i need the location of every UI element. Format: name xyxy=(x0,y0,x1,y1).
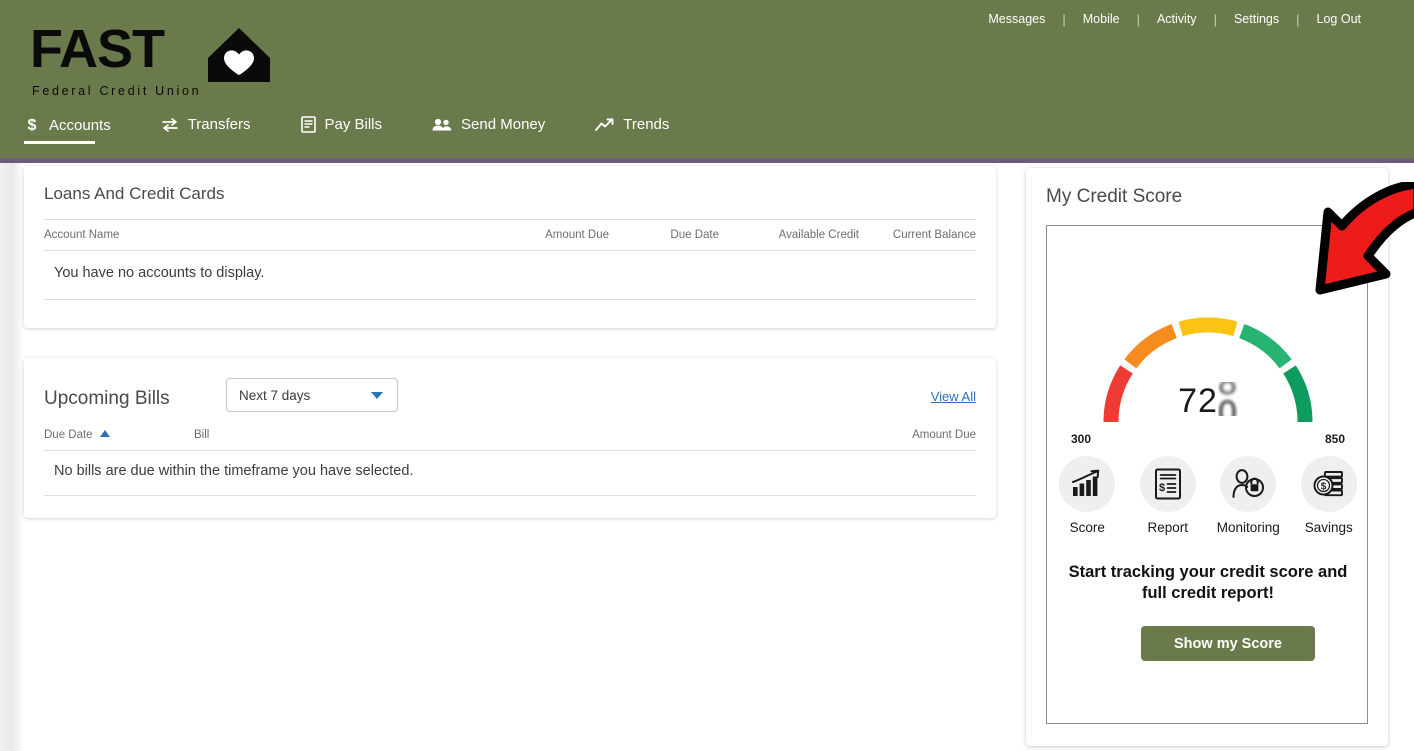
site-header: Messages | Mobile | Activity | Settings … xyxy=(0,0,1414,158)
nav-label-trends: Trends xyxy=(623,116,669,133)
show-my-score-button[interactable]: Show my Score xyxy=(1141,626,1315,661)
credit-services-row: Score $ Report xyxy=(1047,456,1369,535)
nav-label-transfers: Transfers xyxy=(188,116,251,133)
house-heart-icon xyxy=(208,28,270,87)
bills-col-bill[interactable]: Bill xyxy=(194,420,754,450)
utility-nav: Messages | Mobile | Activity | Settings … xyxy=(971,10,1378,29)
nav-item-trends[interactable]: Trends xyxy=(595,116,669,143)
loans-empty-message: You have no accounts to display. xyxy=(54,265,264,281)
loans-col-current-balance[interactable]: Current Balance xyxy=(859,220,976,250)
util-link-activity[interactable]: Activity xyxy=(1140,10,1214,29)
loans-and-credit-cards-card: Loans And Credit Cards Account Name Amou… xyxy=(24,166,996,328)
gauge-min-label: 300 xyxy=(1071,432,1091,446)
service-label-savings: Savings xyxy=(1292,520,1366,535)
my-credit-score-card: My Credit Score 7280 300 8 xyxy=(1026,168,1388,746)
bills-table-header: Due Date Bill Amount Due xyxy=(44,420,976,451)
svg-text:$: $ xyxy=(28,117,37,134)
coin-stack-icon: $ xyxy=(1301,456,1357,512)
credit-score-rolling-digit: 80 xyxy=(1218,382,1238,416)
service-report[interactable]: $ Report xyxy=(1131,456,1205,535)
service-label-score: Score xyxy=(1050,520,1124,535)
timeframe-select-value: Next 7 days xyxy=(227,388,371,403)
left-edge-gutter xyxy=(0,162,22,751)
loans-col-amount-due[interactable]: Amount Due xyxy=(484,220,609,250)
nav-item-accounts[interactable]: $ Accounts xyxy=(24,116,111,144)
timeframe-select[interactable]: Next 7 days xyxy=(226,378,398,412)
nav-label-accounts: Accounts xyxy=(49,117,111,134)
service-savings[interactable]: $ Savings xyxy=(1292,456,1366,535)
nav-label-send-money: Send Money xyxy=(461,116,545,133)
loans-table-header: Account Name Amount Due Due Date Availab… xyxy=(44,219,976,251)
people-icon xyxy=(432,117,452,132)
loans-bottom-rule xyxy=(44,299,976,300)
credit-score-digits: 72 xyxy=(1178,382,1218,420)
svg-text:$: $ xyxy=(1159,482,1165,494)
page-root: Messages | Mobile | Activity | Settings … xyxy=(0,0,1414,751)
service-label-monitoring: Monitoring xyxy=(1211,520,1285,535)
credit-score-title: My Credit Score xyxy=(1046,186,1182,208)
bills-empty-message: No bills are due within the timeframe yo… xyxy=(54,463,413,479)
header-accent-stripe xyxy=(0,158,1414,163)
credit-score-gauge: 7280 300 850 xyxy=(1047,250,1369,450)
util-link-settings[interactable]: Settings xyxy=(1217,10,1296,29)
util-link-log-out[interactable]: Log Out xyxy=(1300,10,1378,29)
person-lock-icon xyxy=(1220,456,1276,512)
credit-score-widget: 7280 300 850 xyxy=(1046,225,1368,724)
nav-item-pay-bills[interactable]: Pay Bills xyxy=(301,116,383,143)
loans-col-account-name[interactable]: Account Name xyxy=(44,220,484,250)
bills-card-title: Upcoming Bills xyxy=(44,388,170,410)
nav-item-transfers[interactable]: Transfers xyxy=(161,116,251,143)
loans-card-title: Loans And Credit Cards xyxy=(44,184,225,204)
brand-logo[interactable]: FAST Federal Credit Union xyxy=(30,22,290,100)
bills-col-amount-due[interactable]: Amount Due xyxy=(754,420,976,450)
sort-ascending-icon xyxy=(100,430,110,437)
main-nav: $ Accounts Transfers xyxy=(24,116,719,144)
service-monitoring[interactable]: Monitoring xyxy=(1211,456,1285,535)
svg-text:$: $ xyxy=(1320,482,1326,493)
service-score[interactable]: Score xyxy=(1050,456,1124,535)
bar-chart-growth-icon xyxy=(1059,456,1115,512)
view-all-bills-link[interactable]: View All xyxy=(931,389,976,404)
nav-item-send-money[interactable]: Send Money xyxy=(432,116,545,143)
bills-col-due-date[interactable]: Due Date xyxy=(44,420,194,450)
util-link-messages[interactable]: Messages xyxy=(971,10,1062,29)
bill-document-icon xyxy=(301,116,316,133)
transfer-arrows-icon xyxy=(161,117,179,133)
rolling-digit-bottom: 0 xyxy=(1218,396,1238,416)
chevron-down-icon xyxy=(371,392,383,399)
util-link-mobile[interactable]: Mobile xyxy=(1066,10,1137,29)
nav-label-pay-bills: Pay Bills xyxy=(325,116,383,133)
loans-col-due-date[interactable]: Due Date xyxy=(609,220,719,250)
brand-wordmark: FAST xyxy=(30,22,164,76)
bills-col-due-date-label: Due Date xyxy=(44,429,93,441)
loans-col-available-credit[interactable]: Available Credit xyxy=(719,220,859,250)
bills-bottom-rule xyxy=(44,495,976,496)
upcoming-bills-card: Upcoming Bills Next 7 days View All Due … xyxy=(24,358,996,518)
gauge-max-label: 850 xyxy=(1325,432,1345,446)
credit-score-value: 7280 xyxy=(1047,382,1369,421)
document-report-icon: $ xyxy=(1140,456,1196,512)
credit-score-cta-text: Start tracking your credit score and ful… xyxy=(1063,562,1353,604)
brand-tagline: Federal Credit Union xyxy=(32,84,201,98)
dollar-sign-icon: $ xyxy=(24,116,40,134)
service-label-report: Report xyxy=(1131,520,1205,535)
trend-line-icon xyxy=(595,118,614,132)
